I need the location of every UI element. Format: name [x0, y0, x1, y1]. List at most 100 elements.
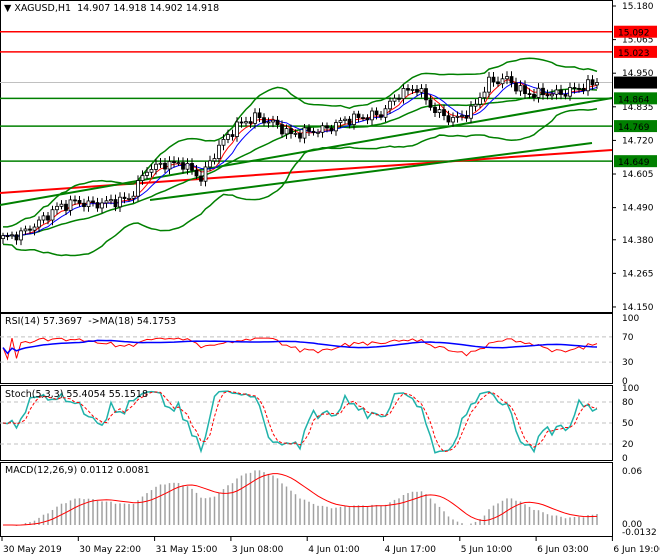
y-tick-label: 14.150	[622, 303, 654, 313]
candle-body	[140, 175, 145, 181]
rsi-title: RSI(14) 57.3697 ->MA(18) 54.1753	[5, 316, 177, 327]
candle-body	[217, 144, 221, 159]
candle-body	[383, 108, 388, 118]
candle-body	[437, 109, 442, 114]
y-tick-label: 14.265	[622, 269, 654, 279]
candle-body	[541, 87, 545, 96]
candle-body	[208, 160, 212, 168]
candle-body	[271, 119, 275, 123]
candle-body	[496, 81, 500, 85]
candle-body	[104, 200, 109, 204]
candle-body	[122, 196, 127, 199]
candle-body	[280, 124, 284, 135]
candle-body	[455, 116, 460, 118]
candle-body	[73, 199, 77, 202]
candle-body	[46, 215, 50, 221]
candle-body	[289, 128, 293, 135]
dropdown-triangle-icon[interactable]: ▼	[4, 3, 14, 14]
candle-body	[131, 195, 136, 199]
candle-body	[410, 88, 415, 91]
candle-body	[392, 97, 397, 102]
candle-body	[226, 134, 230, 140]
candle-body	[199, 175, 203, 182]
candle-body	[167, 161, 172, 170]
candle-body	[451, 117, 455, 123]
resistance-price-label: 15.023	[618, 49, 650, 59]
chart-canvas: 15.18015.06514.95014.83514.72014.60514.4…	[0, 0, 660, 555]
current-price-label: 14.918	[618, 80, 650, 90]
x-tick-label: 6 Jun 19:00	[613, 545, 660, 555]
candle-body	[424, 88, 428, 101]
candle-body	[68, 199, 73, 211]
rsi-tick-label: 100	[622, 314, 639, 324]
candle-body	[113, 199, 118, 208]
candle-body	[464, 115, 469, 119]
candle-body	[505, 76, 509, 80]
stoch-tick-label: 50	[622, 419, 634, 429]
x-tick-label: 5 Jun 10:00	[461, 545, 513, 555]
candle-body	[221, 138, 226, 146]
symbol-label: XAGUSD,H1	[14, 3, 72, 14]
candle-body	[262, 117, 266, 124]
candle-body	[343, 118, 347, 121]
candle-body	[181, 162, 185, 170]
candle-body	[100, 202, 104, 209]
candle-body	[293, 132, 298, 135]
candle-body	[154, 163, 158, 170]
candle-body	[77, 200, 82, 204]
candle-body	[257, 112, 262, 119]
candle-body	[388, 100, 392, 110]
candle-body	[284, 128, 289, 135]
candle-body	[433, 106, 437, 114]
support-price-label: 14.649	[618, 158, 650, 168]
candle-body	[361, 117, 365, 119]
candle-body	[194, 169, 199, 177]
candle-body	[230, 134, 235, 137]
candle-body	[586, 79, 590, 92]
candle-body	[275, 119, 280, 125]
candle-body	[460, 115, 464, 117]
chart-window: 15.180 15.065 14.950 14.835 14.720 14.605 14.4…	[0, 0, 660, 560]
candle-body	[419, 88, 424, 93]
support-price-label: 14.864	[618, 95, 650, 105]
x-tick-label: 30 May 22:00	[79, 545, 141, 555]
candle-body	[577, 87, 581, 90]
candle-body	[302, 127, 307, 139]
candle-body	[95, 202, 100, 209]
candle-body	[127, 197, 131, 200]
candle-body	[446, 115, 451, 123]
candle-body	[82, 202, 86, 208]
candle-body	[365, 117, 370, 121]
candle-body	[190, 163, 194, 171]
y-tick-label: 14.490	[622, 204, 654, 214]
candle-body	[244, 121, 248, 124]
candle-body	[64, 203, 68, 211]
candle-body	[401, 88, 406, 100]
y-tick-label: 14.720	[622, 136, 654, 146]
candle-body	[50, 209, 55, 221]
x-tick-label: 30 May 2019	[3, 545, 62, 555]
candle-body	[37, 219, 41, 228]
x-tick-label: 3 Jun 08:00	[232, 545, 284, 555]
candle-body	[55, 205, 59, 211]
candle-body	[1, 235, 5, 239]
candle-body	[32, 226, 37, 231]
candle-body	[473, 103, 478, 107]
candle-body	[518, 85, 523, 92]
macd-title: MACD(12,26,9) 0.0112 0.0081	[5, 465, 150, 476]
candle-body	[203, 166, 208, 182]
candle-body	[532, 93, 536, 98]
candle-body	[482, 91, 487, 99]
candle-body	[554, 89, 559, 95]
candle-body	[91, 200, 95, 203]
candle-body	[595, 82, 599, 86]
candle-body	[59, 203, 64, 207]
candle-body	[469, 105, 473, 119]
x-tick-label: 6 Jun 03:00	[537, 545, 589, 555]
candle-body	[41, 215, 46, 221]
candle-body	[19, 230, 23, 241]
candle-body	[298, 132, 302, 139]
candle-body	[523, 85, 527, 95]
candle-body	[320, 125, 325, 133]
candle-body	[248, 121, 253, 124]
